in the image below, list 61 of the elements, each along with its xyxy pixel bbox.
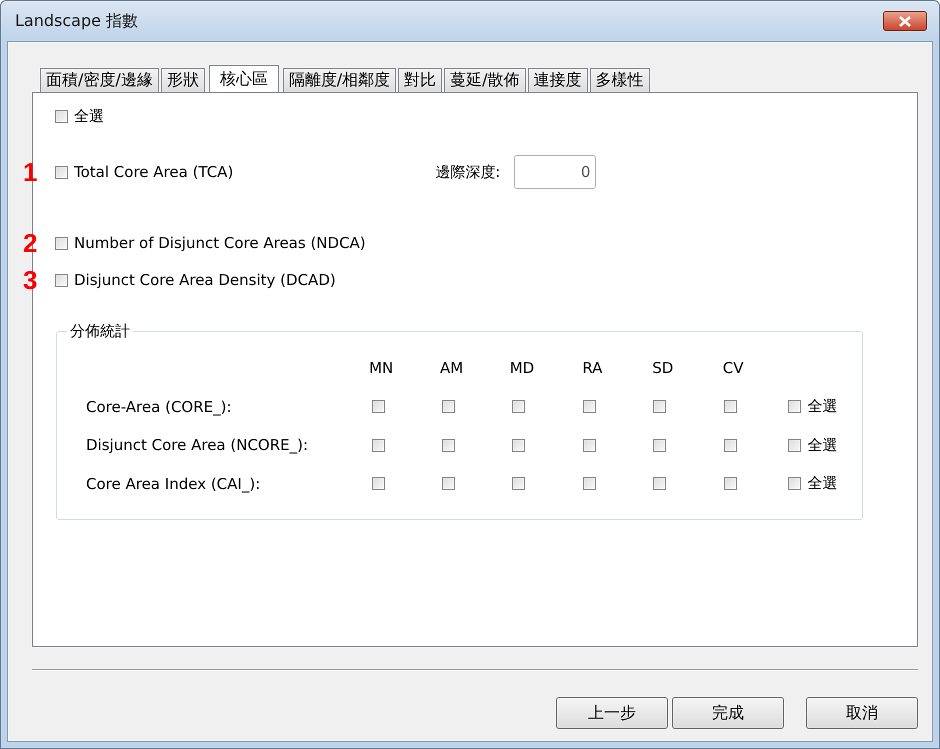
tab[interactable]: 面積/密度/邊緣 [40, 68, 159, 92]
checkbox-label: Total Core Area (TCA) [74, 163, 234, 181]
checkbox[interactable] [582, 477, 596, 490]
checkbox[interactable] [653, 477, 666, 490]
checkbox[interactable] [55, 110, 68, 122]
dialog-button[interactable]: 上一步 [556, 697, 668, 729]
checkbox[interactable] [442, 477, 456, 490]
checkbox[interactable] [372, 400, 385, 414]
checkbox[interactable] [55, 274, 68, 286]
dialog-button[interactable]: 取消 [806, 697, 918, 729]
row-label: Core-Area (CORE_): [86, 398, 233, 416]
checkbox[interactable] [724, 400, 737, 414]
checkbox[interactable] [442, 438, 456, 452]
checkbox[interactable] [372, 438, 385, 452]
column-header: RA [581, 359, 604, 378]
column-header: AM [438, 359, 464, 378]
checkbox[interactable] [512, 400, 526, 414]
tab[interactable]: 多樣性 [590, 68, 650, 92]
tab[interactable]: 蔓延/散佈 [444, 68, 526, 92]
dialog-button[interactable]: 完成 [672, 697, 784, 729]
checkbox[interactable] [724, 477, 737, 490]
annotation-number: 3 [23, 267, 38, 293]
checkbox[interactable] [55, 166, 68, 178]
checkbox[interactable] [788, 438, 802, 452]
checkbox[interactable] [512, 438, 526, 452]
checkbox[interactable] [582, 438, 596, 452]
column-header: CV [722, 359, 745, 378]
checkbox[interactable] [724, 438, 737, 452]
row-label: Disjunct Core Area (NCORE_): [86, 436, 310, 454]
close-icon [898, 16, 912, 26]
checkbox-label: Number of Disjunct Core Areas (NDCA) [74, 234, 366, 252]
checkbox[interactable] [55, 236, 68, 250]
tab[interactable]: 隔離度/相鄰度 [282, 68, 396, 92]
tab[interactable]: 核心區 [208, 65, 279, 93]
checkbox-label: 全選 [807, 397, 838, 416]
column-header: MD [508, 359, 536, 378]
checkbox[interactable] [442, 400, 456, 414]
window-title: Landscape 指數 [15, 10, 138, 32]
column-header: MN [368, 359, 394, 378]
column-header: SD [651, 359, 674, 378]
row-label: Core Area Index (CAI_): [86, 474, 262, 493]
checkbox[interactable] [788, 400, 802, 414]
annotation-number: 2 [23, 230, 38, 256]
checkbox[interactable] [788, 477, 802, 490]
checkbox-label: 全選 [74, 106, 104, 126]
checkbox[interactable] [653, 400, 666, 414]
checkbox-label: 全選 [807, 474, 838, 494]
checkbox[interactable] [372, 477, 385, 490]
checkbox-label: 全選 [807, 436, 838, 455]
input-field[interactable]: 0 [514, 155, 596, 189]
checkbox[interactable] [512, 477, 526, 490]
close-button[interactable] [883, 11, 927, 31]
annotation-number: 1 [23, 159, 38, 185]
checkbox[interactable] [582, 400, 596, 414]
tab[interactable]: 對比 [398, 68, 442, 92]
checkbox[interactable] [653, 438, 666, 452]
group-title: 分佈統計 [67, 322, 133, 341]
tab[interactable]: 連接度 [528, 68, 588, 92]
field-label: 邊際深度: [435, 162, 500, 182]
tab[interactable]: 形狀 [160, 68, 205, 92]
checkbox-label: Disjunct Core Area Density (DCAD) [74, 271, 336, 289]
